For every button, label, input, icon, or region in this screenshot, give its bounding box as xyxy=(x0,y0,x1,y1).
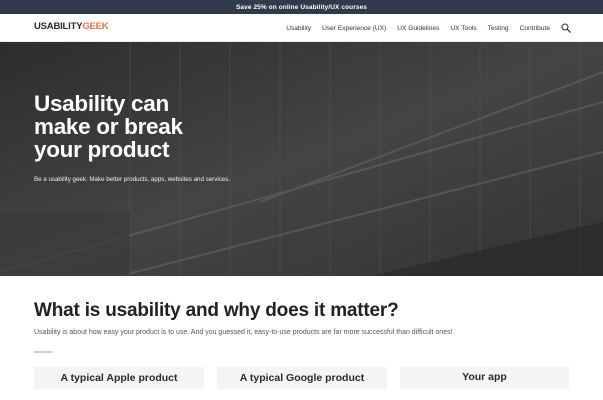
section-title: What is usability and why does it matter… xyxy=(34,300,399,321)
product-cards: A typical Apple product A typical Google… xyxy=(34,367,569,389)
site-logo[interactable]: USABILITYGEEK xyxy=(34,21,109,32)
section-divider xyxy=(34,351,52,353)
nav-item-ux-tools[interactable]: UX Tools xyxy=(450,25,476,32)
hero-title-line: your product xyxy=(34,137,170,162)
promo-text[interactable]: Save 25% on online Usability/UX courses xyxy=(236,4,367,11)
search-icon[interactable] xyxy=(561,23,571,33)
card-google-product[interactable]: A typical Google product xyxy=(217,367,387,389)
hero-title-line: Usability can xyxy=(34,91,169,116)
nav-item-testing[interactable]: Testing xyxy=(488,25,509,32)
nav-item-contribute[interactable]: Contribute xyxy=(520,25,550,32)
card-your-app[interactable]: Your app xyxy=(400,367,569,389)
search-icon-graphic xyxy=(561,23,571,33)
promo-banner[interactable]: Save 25% on online Usability/UX courses xyxy=(0,0,603,14)
logo-text-accent: GEEK xyxy=(82,21,109,32)
hero-banner: Usability can make or break your product… xyxy=(0,42,603,276)
hero-title: Usability can make or break your product xyxy=(34,92,274,161)
nav-item-ux-guidelines[interactable]: UX Guidelines xyxy=(397,25,439,32)
nav-item-user-experience[interactable]: User Experience (UX) xyxy=(322,25,386,32)
logo-text-main: USABILITY xyxy=(34,21,83,32)
section-text: Usability is about how easy your product… xyxy=(34,329,453,336)
site-header: USABILITYGEEK Usability User Experience … xyxy=(0,14,603,42)
hero-subtitle: Be a usability geek: Make better product… xyxy=(34,176,231,183)
nav-item-usability[interactable]: Usability xyxy=(286,25,311,32)
card-apple-product[interactable]: A typical Apple product xyxy=(34,367,204,389)
main-nav: Usability User Experience (UX) UX Guidel… xyxy=(275,14,571,42)
hero-title-line: make or break xyxy=(34,114,183,139)
